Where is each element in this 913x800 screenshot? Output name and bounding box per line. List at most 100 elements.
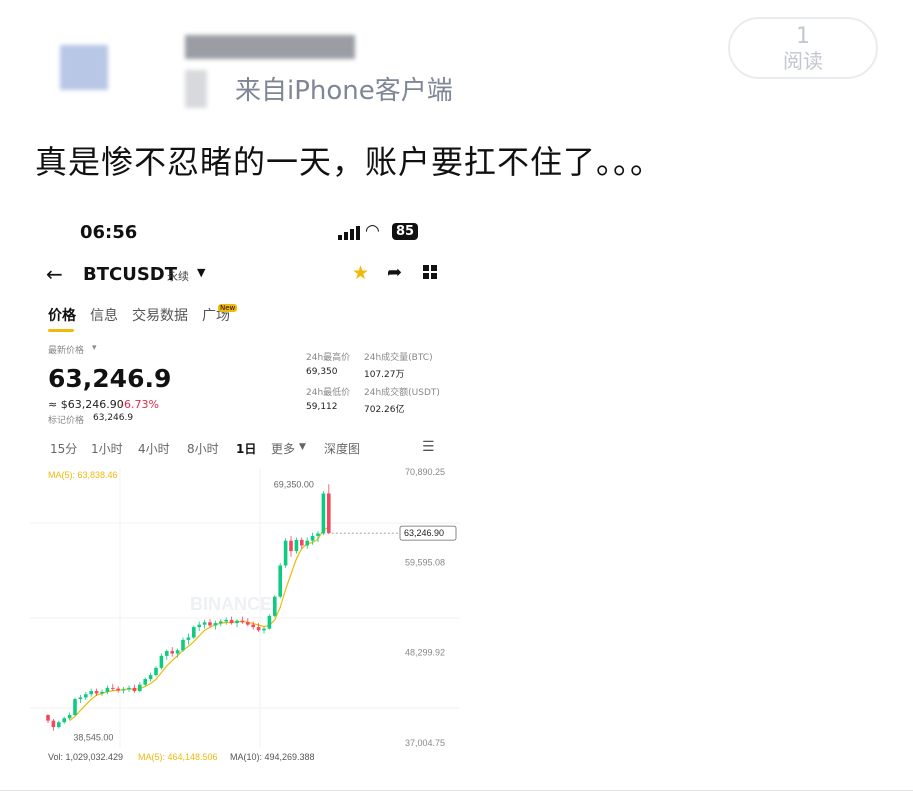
- candle-body: [256, 627, 261, 631]
- candle-body: [94, 691, 99, 694]
- candle-body: [229, 619, 234, 624]
- candle-body: [165, 651, 169, 656]
- candle-body: [294, 539, 299, 552]
- candle-body: [262, 628, 266, 631]
- share-icon[interactable]: ➦: [387, 262, 402, 283]
- caret-down-icon[interactable]: ▼: [197, 266, 205, 279]
- candle-body: [154, 667, 158, 676]
- candle-body: [159, 655, 164, 668]
- candle-body: [78, 697, 83, 700]
- post-text: 真是惨不忍睹的一天，账户要扛不住了。。。: [35, 143, 664, 181]
- read-label: 阅读: [783, 49, 823, 73]
- symbol-title[interactable]: BTCUSDT: [83, 264, 177, 285]
- candle-body: [127, 687, 131, 690]
- depth-chart-tab[interactable]: 深度图: [324, 440, 360, 457]
- vol-btc-value: 107.27万: [364, 370, 405, 380]
- candle-body: [116, 688, 120, 691]
- candle-body: [246, 622, 250, 625]
- low-value: 59,112: [306, 402, 338, 412]
- high-value: 69,350: [306, 367, 338, 377]
- interval-15m[interactable]: 15分: [50, 440, 77, 457]
- vol-btc-label: 24h成交量(BTC): [364, 353, 433, 363]
- candle-body: [202, 622, 207, 625]
- candle-body: [219, 621, 223, 624]
- status-time: 06:56: [80, 222, 138, 243]
- candle-body: [62, 718, 66, 723]
- candle-body: [208, 622, 212, 626]
- fiat-price: ≈ $63,246.90: [48, 398, 124, 411]
- candle-body: [251, 624, 255, 628]
- star-icon[interactable]: ★: [352, 262, 369, 284]
- read-count-button[interactable]: 1 阅读: [728, 17, 878, 79]
- post-source: 来自iPhone客户端: [235, 76, 453, 106]
- mark-price: 63,246.9: [93, 413, 134, 423]
- candle-body: [181, 639, 185, 651]
- candle-body: [197, 624, 201, 628]
- candle-body: [240, 620, 245, 623]
- candle-body: [316, 533, 320, 536]
- candle-body: [186, 637, 191, 640]
- blurred-meta: [185, 70, 207, 108]
- tab-trading-data[interactable]: 交易数据: [132, 305, 188, 325]
- grid-menu-icon[interactable]: [423, 265, 437, 279]
- interval-more-caret-icon[interactable]: ▼: [299, 442, 306, 452]
- interval-1h[interactable]: 1小时: [91, 440, 123, 457]
- volume-ma5: MA(5): 464,148.506: [138, 752, 218, 762]
- candle-body: [305, 540, 309, 546]
- candle-body: [138, 684, 142, 692]
- volume-ma10: MA(10): 494,269.388: [230, 752, 315, 762]
- chart-settings-icon[interactable]: ☰: [422, 439, 435, 455]
- candle-body: [148, 675, 153, 680]
- candle-body: [143, 679, 147, 685]
- high-label: 24h最高价: [306, 353, 351, 363]
- tab-info[interactable]: 信息: [90, 305, 118, 325]
- read-count: 1: [796, 24, 810, 49]
- wifi-icon: ◠: [365, 221, 380, 241]
- candle-body: [111, 687, 115, 689]
- candle-body: [132, 687, 137, 692]
- candle-body: [224, 619, 228, 622]
- interval-4h[interactable]: 4小时: [138, 440, 170, 457]
- candlestick-chart[interactable]: 70,890.25 59,595.08 48,299.92 37,004.75 MA(…: [30, 458, 460, 778]
- candle-body: [84, 694, 88, 698]
- low-label: 24h最低价: [306, 388, 351, 398]
- candle-body: [213, 623, 218, 626]
- candle-body: [89, 691, 93, 695]
- candle-body: [105, 687, 110, 692]
- high-price-marker: 69,350.00: [274, 479, 314, 489]
- low-price-marker: 38,545.00: [73, 733, 113, 743]
- interval-8h[interactable]: 8小时: [187, 440, 219, 457]
- vol-usdt-label: 24h成交额(USDT): [364, 388, 440, 398]
- candle-body: [267, 615, 272, 629]
- current-price-tag: 63,246.90: [404, 528, 444, 538]
- candle-body: [289, 540, 293, 552]
- trading-app-screenshot: 06:56 ◠ 85 ← BTCUSDT 永续 ▼ ★ ➦ 价格 信息 交易数据…: [30, 210, 460, 780]
- candle-body: [121, 689, 126, 691]
- candle-body: [46, 715, 50, 721]
- blurred-avatar: [60, 45, 108, 90]
- tab-price[interactable]: 价格: [48, 305, 76, 325]
- back-arrow-icon[interactable]: ←: [46, 262, 63, 286]
- watermark: BINANCE: [190, 594, 272, 614]
- candle-body: [278, 565, 282, 597]
- volume-label: Vol: 1,029,032.429: [48, 752, 123, 762]
- y-axis-label: 59,595.08: [405, 557, 445, 567]
- candle-body: [175, 650, 180, 654]
- candle-body: [67, 715, 72, 719]
- last-price-label: 最新价格: [48, 346, 85, 356]
- candle-body: [273, 596, 277, 616]
- interval-1d[interactable]: 1日: [236, 440, 256, 457]
- candle-body: [51, 720, 56, 728]
- vol-usdt-value: 702.26亿: [364, 405, 405, 415]
- interval-more[interactable]: 更多: [271, 440, 295, 457]
- post-divider: [0, 790, 913, 791]
- y-axis-label: 48,299.92: [405, 648, 445, 658]
- price-change: -6.73%: [120, 398, 159, 411]
- battery-icon: 85: [392, 223, 419, 240]
- candle-body: [73, 699, 77, 716]
- ma5-legend: MA(5): 63,838.46: [48, 470, 118, 480]
- new-badge: New: [218, 304, 238, 312]
- last-price-caret-icon: ▾: [92, 343, 97, 353]
- last-price: 63,246.9: [48, 364, 172, 393]
- candle-body: [235, 620, 239, 624]
